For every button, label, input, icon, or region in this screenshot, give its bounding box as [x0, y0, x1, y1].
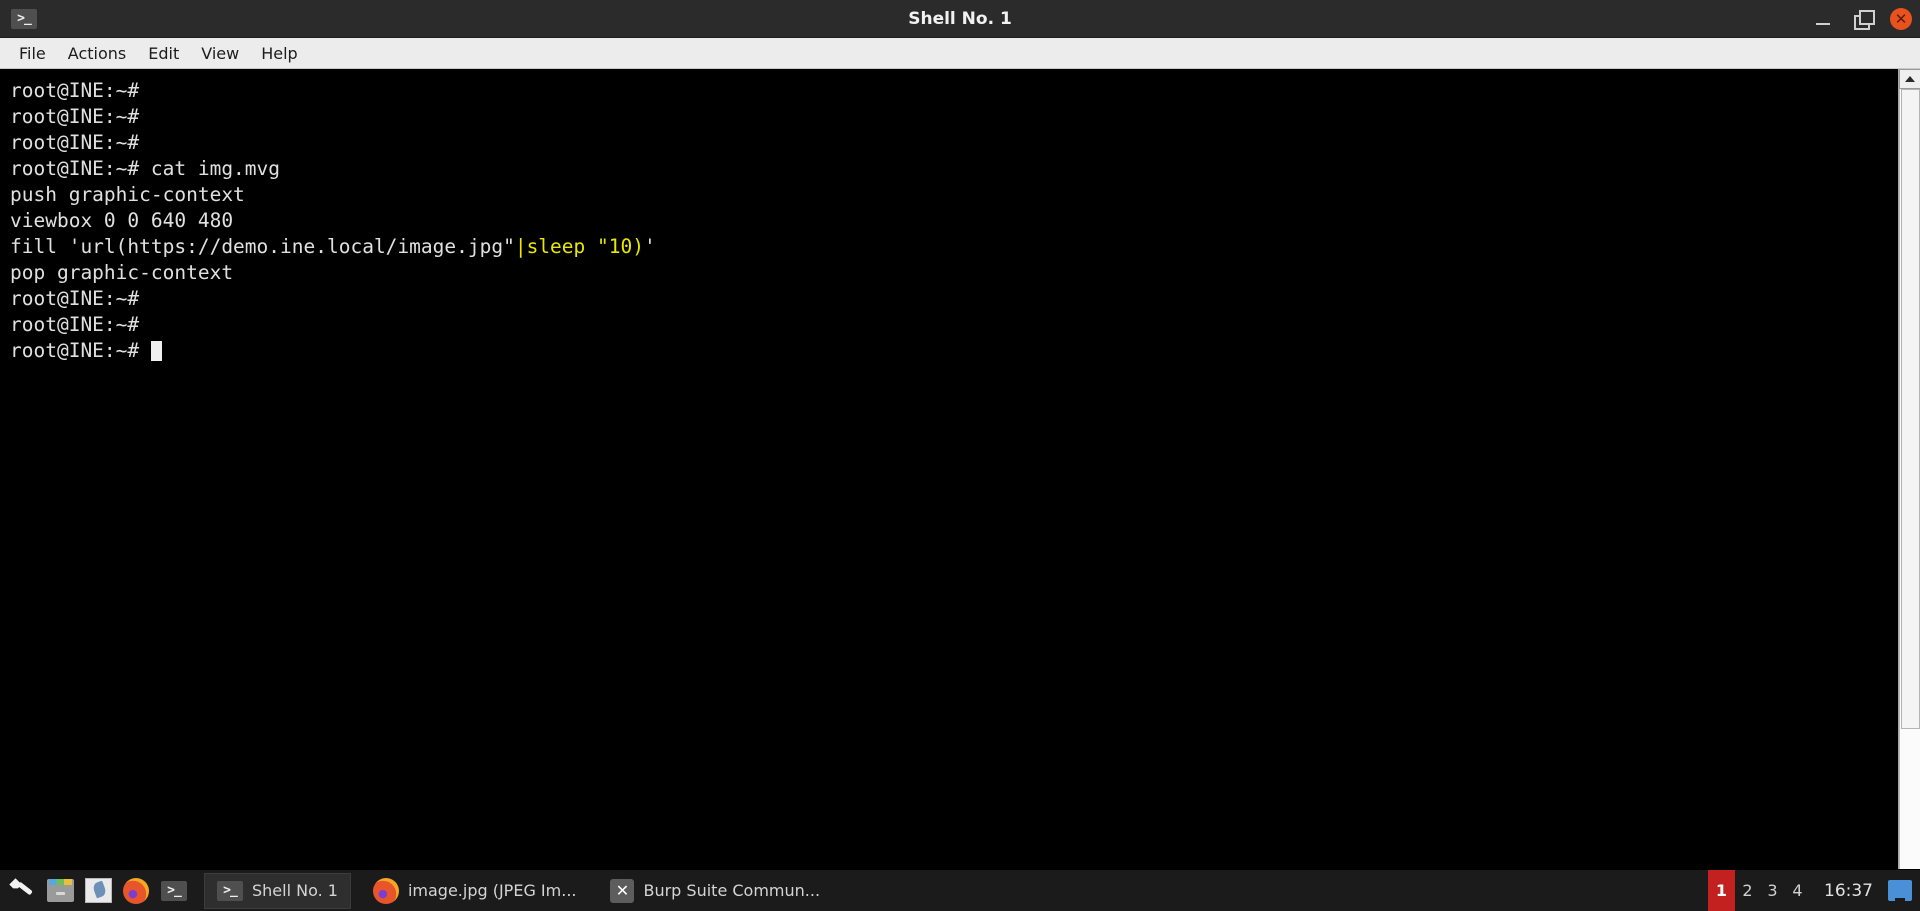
terminal-text: root@INE:~#: [10, 313, 140, 336]
terminal-text: root@INE:~#: [10, 339, 151, 362]
workspace-4[interactable]: 4: [1785, 870, 1810, 911]
terminal-text: push graphic-context: [10, 183, 245, 206]
terminal-area: root@INE:~# root@INE:~# root@INE:~# root@IN…: [0, 69, 1920, 891]
terminal-line: root@INE:~#: [10, 130, 1898, 156]
firefox-icon[interactable]: [120, 875, 152, 907]
maximize-button[interactable]: [1850, 6, 1876, 32]
terminal-line: root@INE:~#: [10, 286, 1898, 312]
taskbar-window-image[interactable]: image.jpg (JPEG Im...: [361, 873, 589, 909]
show-desktop-icon[interactable]: [1885, 875, 1915, 907]
terminal-cursor: [150, 341, 162, 361]
workspace-2[interactable]: 2: [1735, 870, 1760, 911]
terminal-icon: >_: [11, 8, 37, 29]
taskbar: >_ >_ Shell No. 1 image.jpg (JPEG Im... …: [0, 869, 1920, 911]
window-title: Shell No. 1: [908, 8, 1012, 29]
taskbar-tray: 1 2 3 4 16:37: [1708, 869, 1918, 911]
terminal-text: root@INE:~#: [10, 105, 140, 128]
terminal-text: pop graphic-context: [10, 261, 234, 284]
scrollbar-thumb[interactable]: [1901, 89, 1920, 729]
window-controls: ✕: [1810, 0, 1912, 38]
terminal-text: |sleep "10): [514, 235, 644, 258]
burp-suite-icon: ✕: [610, 878, 635, 903]
taskbar-launchers: >_: [0, 875, 190, 907]
terminal-text: root@INE:~#: [10, 131, 140, 154]
terminal-line: push graphic-context: [10, 182, 1898, 208]
terminal-text: root@INE:~#: [10, 287, 140, 310]
terminal-line: root@INE:~#: [10, 338, 1898, 364]
workspace-1[interactable]: 1: [1708, 869, 1735, 911]
scrollbar-track[interactable]: [1899, 89, 1920, 871]
taskbar-window-shell[interactable]: >_ Shell No. 1: [204, 872, 351, 909]
terminal-line: root@INE:~# cat img.mvg: [10, 156, 1898, 182]
close-button[interactable]: ✕: [1890, 8, 1912, 30]
menu-view[interactable]: View: [190, 41, 250, 66]
text-editor-icon[interactable]: [82, 875, 114, 907]
firefox-icon: [372, 877, 399, 904]
file-manager-icon[interactable]: [44, 875, 76, 907]
terminal-text: viewbox 0 0 640 480: [10, 209, 234, 232]
terminal-scrollbar[interactable]: [1898, 69, 1920, 891]
terminal-text: root@INE:~#: [10, 79, 140, 102]
terminal-icon[interactable]: >_: [158, 875, 190, 907]
taskbar-window-label: image.jpg (JPEG Im...: [407, 881, 577, 900]
terminal-line: fill 'url(https://demo.ine.local/image.j…: [10, 234, 1898, 260]
terminal-icon: >_: [217, 880, 243, 901]
applications-menu-icon[interactable]: [6, 875, 38, 907]
terminal-line: root@INE:~#: [10, 78, 1898, 104]
taskbar-window-label: Shell No. 1: [252, 881, 338, 900]
clock[interactable]: 16:37: [1810, 881, 1885, 901]
menu-actions[interactable]: Actions: [57, 41, 137, 66]
terminal-text: fill 'url(https://demo.ine.local/image.j…: [10, 235, 515, 258]
window-titlebar[interactable]: >_ Shell No. 1 ✕: [0, 0, 1920, 38]
terminal-line: viewbox 0 0 640 480: [10, 208, 1898, 234]
taskbar-windows: >_ Shell No. 1 image.jpg (JPEG Im... ✕ B…: [204, 870, 1708, 911]
terminal-text: root@INE:~# cat img.mvg: [10, 157, 281, 180]
terminal-line: root@INE:~#: [10, 312, 1898, 338]
minimize-button[interactable]: [1810, 6, 1836, 32]
menu-file[interactable]: File: [8, 41, 57, 66]
menu-edit[interactable]: Edit: [137, 41, 190, 66]
desktop-root: >_ Shell No. 1 ✕ File Actions Edit View …: [0, 0, 1920, 911]
scroll-up-icon[interactable]: [1899, 69, 1920, 89]
menubar: File Actions Edit View Help: [0, 38, 1920, 69]
taskbar-window-burp[interactable]: ✕ Burp Suite Commun...: [598, 873, 832, 909]
terminal-line: pop graphic-context: [10, 260, 1898, 286]
taskbar-window-label: Burp Suite Commun...: [643, 881, 821, 900]
menu-help[interactable]: Help: [250, 41, 308, 66]
terminal-line: root@INE:~#: [10, 104, 1898, 130]
terminal-output[interactable]: root@INE:~# root@INE:~# root@INE:~# root@IN…: [0, 69, 1898, 891]
workspace-3[interactable]: 3: [1760, 870, 1785, 911]
terminal-text: ': [643, 235, 656, 258]
